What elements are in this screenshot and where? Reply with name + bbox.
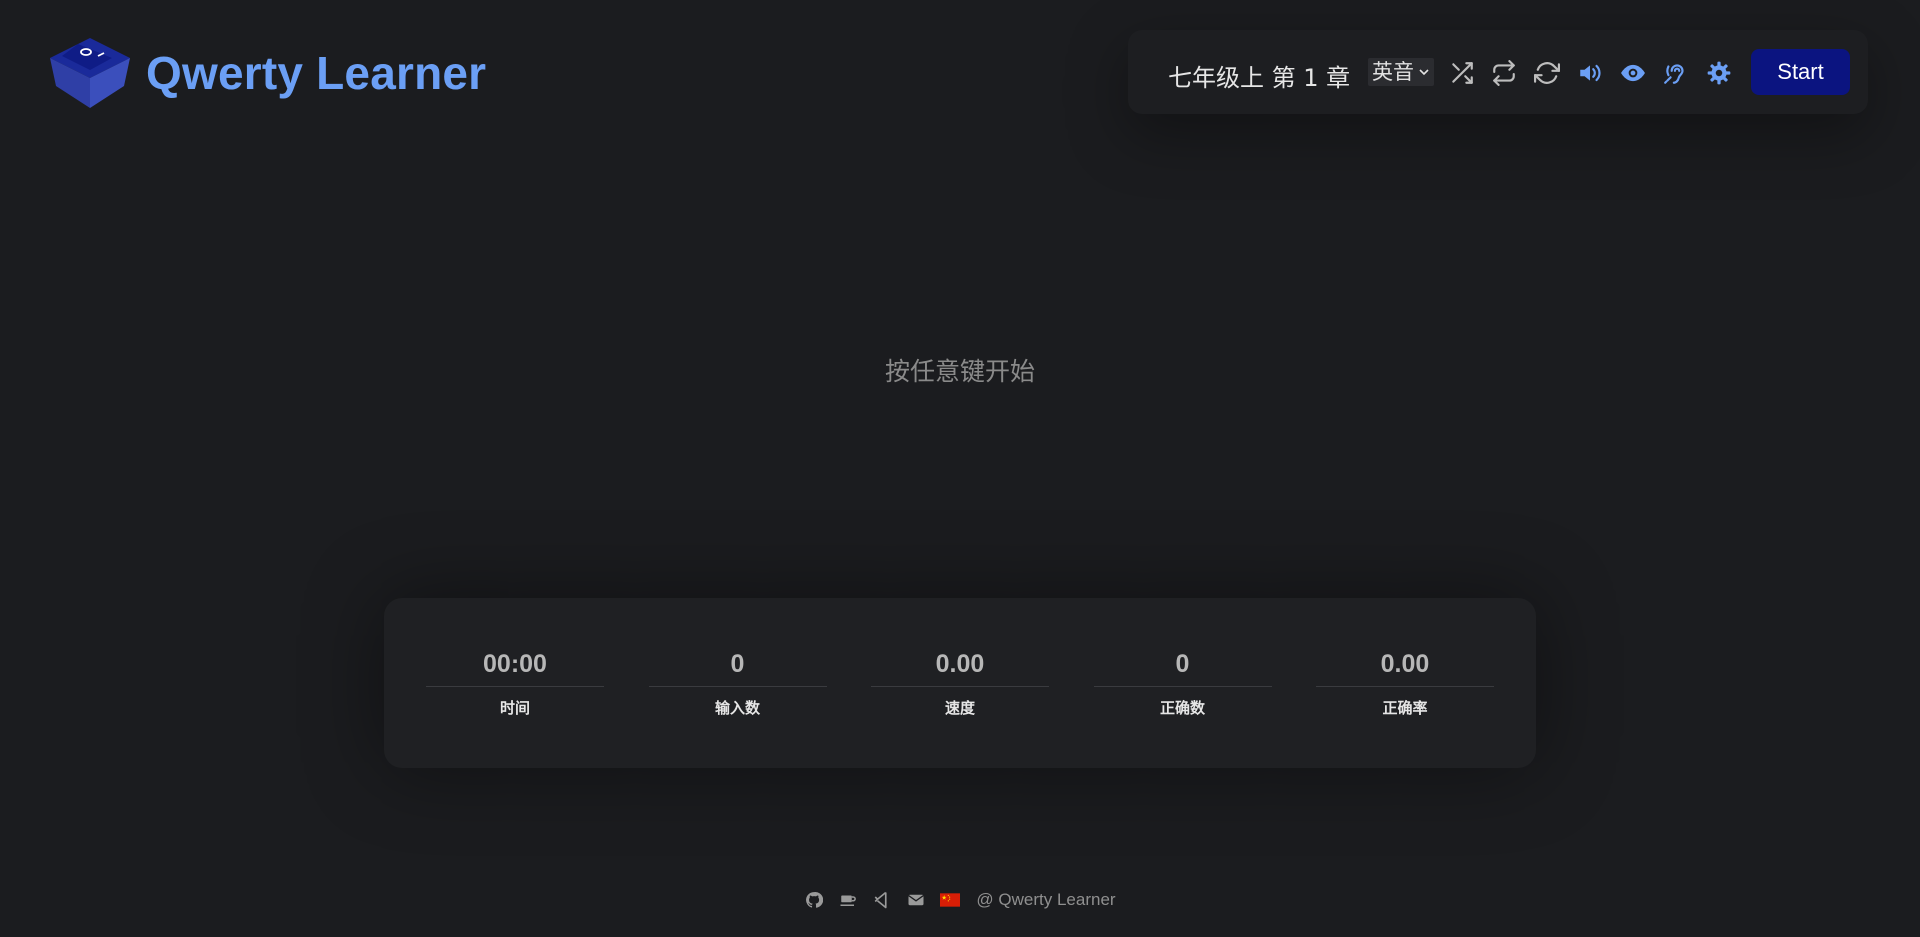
stat-value: 0 bbox=[730, 650, 745, 678]
chevron-down-icon bbox=[1419, 69, 1429, 76]
toolbar: 七年级上 第 1 章 英音 Start bbox=[1128, 30, 1868, 114]
hearing-icon bbox=[1664, 64, 1684, 84]
stat-value: 0.00 bbox=[935, 650, 985, 678]
stat-label: 时间 bbox=[499, 699, 530, 717]
stat-label: 正确率 bbox=[1382, 699, 1428, 717]
vscode-link[interactable] bbox=[872, 890, 892, 910]
shuffle-icon bbox=[1452, 62, 1473, 84]
stat-value: 0.00 bbox=[1380, 650, 1430, 678]
settings-icon bbox=[1707, 61, 1731, 85]
stat-label: 正确数 bbox=[1159, 699, 1205, 717]
stat-label: 速度 bbox=[944, 699, 975, 717]
stat-divider bbox=[648, 686, 827, 687]
app-logo-link[interactable]: Qwerty Learner bbox=[48, 36, 486, 110]
stat-divider bbox=[426, 686, 604, 687]
footer: @ Qwerty Learner bbox=[0, 890, 1920, 910]
start-prompt: 按任意键开始 bbox=[884, 357, 1035, 386]
email-icon bbox=[908, 894, 925, 906]
coffee-link[interactable] bbox=[838, 890, 858, 910]
language-link[interactable] bbox=[940, 890, 961, 910]
stat-value: 0 bbox=[1175, 650, 1190, 678]
hearing-button[interactable] bbox=[1662, 59, 1690, 87]
stat-input-count: 0 输入数 bbox=[648, 646, 827, 768]
visibility-button[interactable] bbox=[1619, 59, 1647, 87]
loop-icon bbox=[1493, 60, 1515, 86]
stat-divider bbox=[1316, 686, 1494, 687]
stat-value: 00:00 bbox=[483, 650, 547, 678]
stat-divider bbox=[1093, 686, 1272, 687]
github-link[interactable] bbox=[804, 890, 824, 910]
keycap-logo-icon bbox=[50, 38, 130, 108]
stat-time: 00:00 时间 bbox=[426, 646, 604, 768]
start-button[interactable]: Start bbox=[1751, 49, 1850, 95]
loop-button[interactable] bbox=[1490, 59, 1518, 87]
shuffle-button[interactable] bbox=[1448, 59, 1476, 87]
stat-accuracy: 0.00 正确率 bbox=[1316, 646, 1494, 768]
volume-icon bbox=[1580, 64, 1601, 82]
dictionary-chapter-selector[interactable]: 七年级上 第 1 章 bbox=[1168, 58, 1350, 93]
stat-correct-count: 0 正确数 bbox=[1093, 646, 1272, 768]
repeat-icon bbox=[1534, 62, 1560, 84]
email-link[interactable] bbox=[906, 890, 926, 910]
page: Qwerty Learner 七年级上 第 1 章 英音 Start 按任意键开… bbox=[0, 0, 1920, 937]
settings-button[interactable] bbox=[1705, 59, 1733, 87]
repeat-button[interactable] bbox=[1533, 59, 1561, 87]
stats-panel: 00:00 时间 0 输入数 0.00 速度 0 正确数 0.00 正确率 bbox=[384, 598, 1536, 768]
pronunciation-value: 英音 bbox=[1372, 60, 1414, 84]
eye-icon bbox=[1621, 64, 1645, 82]
stat-speed: 0.00 速度 bbox=[871, 646, 1049, 768]
coffee-icon bbox=[840, 895, 857, 906]
china-flag-icon bbox=[940, 893, 961, 907]
pronunciation-select[interactable]: 英音 bbox=[1368, 58, 1434, 86]
vscode-icon bbox=[875, 891, 887, 909]
footer-credit: @ Qwerty Learner bbox=[976, 890, 1116, 909]
stat-label: 输入数 bbox=[714, 699, 760, 717]
sound-button[interactable] bbox=[1576, 59, 1604, 87]
app-title: Qwerty Learner bbox=[146, 47, 487, 99]
stat-divider bbox=[871, 686, 1049, 687]
github-icon bbox=[806, 892, 824, 908]
